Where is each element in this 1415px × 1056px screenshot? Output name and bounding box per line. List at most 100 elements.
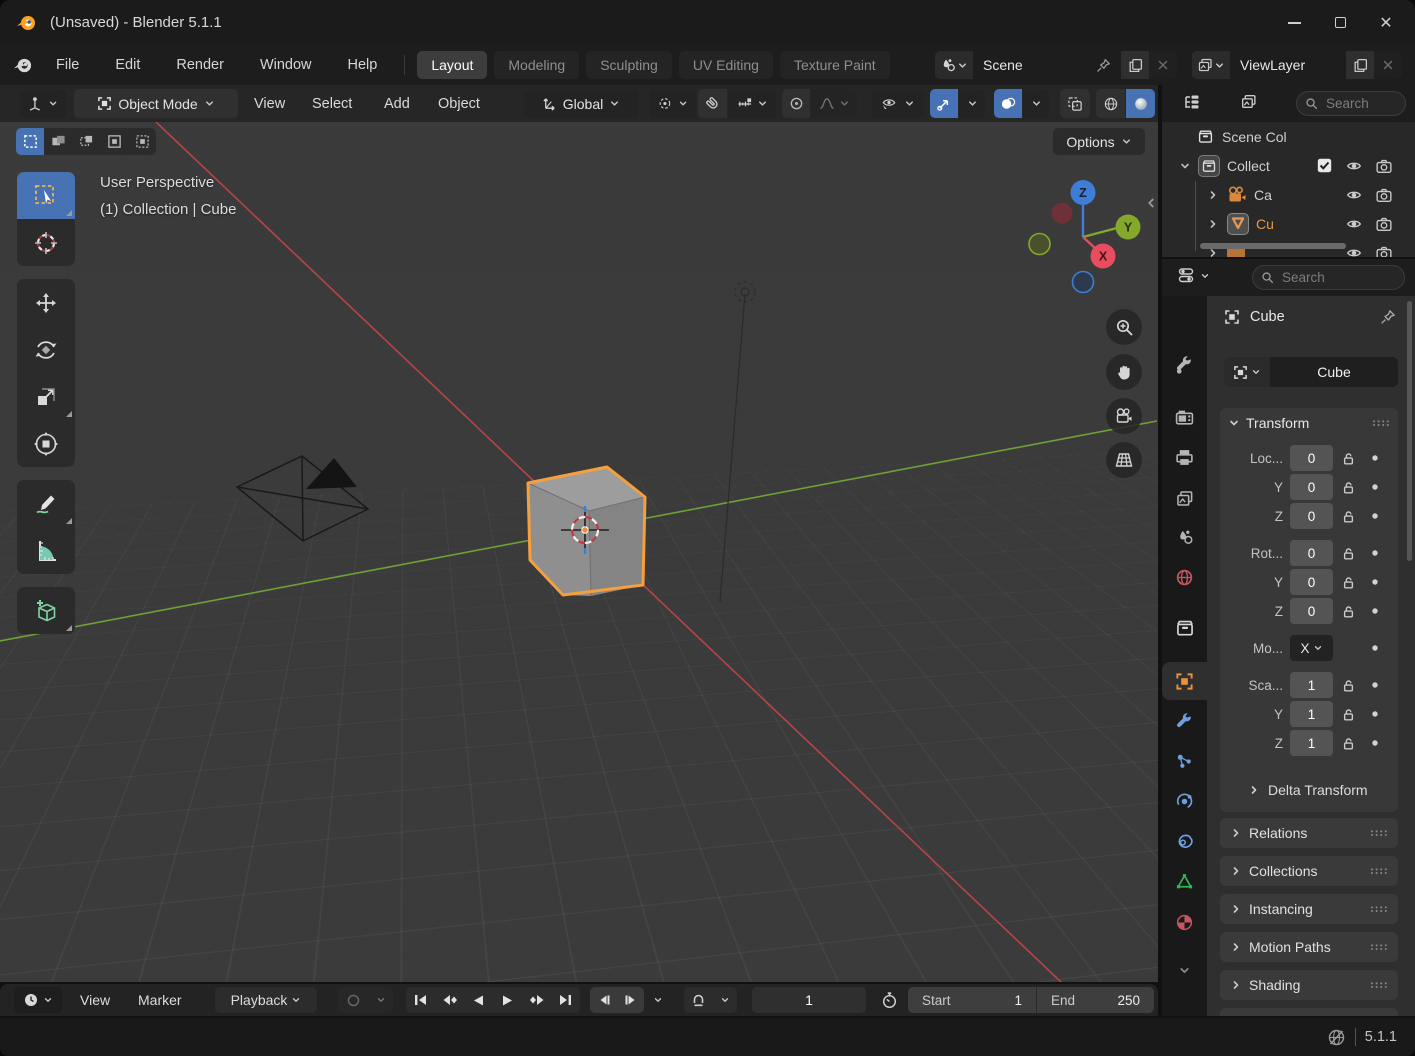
animate-dot-icon[interactable] — [1368, 678, 1382, 692]
select-mode-new[interactable] — [16, 128, 44, 155]
viewport-canvas[interactable]: Options User Perspective (1) Collection … — [0, 122, 1158, 982]
scene-browse-button[interactable] — [935, 51, 973, 79]
lock-icon[interactable] — [1341, 509, 1356, 524]
transform-orientation-dropdown[interactable]: Global — [524, 89, 638, 118]
outliner-row-camera[interactable]: Ca — [1162, 180, 1415, 209]
tab-tool[interactable] — [1162, 346, 1207, 384]
region-collapse-chevron-icon[interactable] — [1144, 196, 1158, 210]
tool-move[interactable] — [17, 279, 75, 326]
scale-z-field[interactable]: 1 — [1290, 730, 1333, 756]
new-scene-button[interactable] — [1121, 51, 1149, 79]
hide-eye-toggle[interactable] — [1346, 158, 1362, 174]
select-mode-extend[interactable] — [44, 128, 72, 155]
pan-view-button[interactable] — [1106, 354, 1142, 390]
rotation-z-field[interactable]: 0 — [1290, 598, 1333, 624]
play-button[interactable] — [493, 987, 522, 1013]
select-mode-intersect[interactable] — [128, 128, 156, 155]
workspace-tab-modeling[interactable]: Modeling — [494, 51, 579, 79]
snap-target-dropdown[interactable] — [728, 89, 776, 118]
scale-y-field[interactable]: 1 — [1290, 701, 1333, 727]
render-visibility-toggle[interactable] — [1376, 187, 1392, 203]
location-z-field[interactable]: 0 — [1290, 503, 1333, 529]
timeline-menu-marker[interactable]: Marker — [130, 987, 190, 1013]
pin-icon[interactable] — [1096, 58, 1111, 73]
animate-dot-icon[interactable] — [1368, 546, 1382, 560]
tool-scale[interactable] — [17, 373, 75, 420]
disclosure-chevron-icon[interactable] — [1179, 160, 1191, 172]
viewlayer-name-field[interactable]: ViewLayer — [1230, 51, 1346, 79]
snap-toggle[interactable] — [698, 89, 727, 118]
minimize-button[interactable] — [1271, 7, 1317, 39]
rotation-y-field[interactable]: 0 — [1290, 569, 1333, 595]
scale-x-field[interactable]: 1 — [1290, 672, 1333, 698]
workspace-tab-texture-paint[interactable]: Texture Paint — [780, 51, 890, 79]
new-viewlayer-button[interactable] — [1346, 51, 1374, 79]
outliner-search-input[interactable] — [1324, 95, 1397, 112]
collection-checkbox[interactable] — [1317, 158, 1332, 173]
pin-icon[interactable] — [1380, 309, 1396, 325]
panel-relations[interactable]: Relations — [1220, 818, 1398, 848]
viewport-menu-add[interactable]: Add — [378, 89, 416, 118]
animate-dot-icon[interactable] — [1368, 641, 1382, 655]
panel-motion-paths[interactable]: Motion Paths — [1220, 932, 1398, 962]
play-reverse-button[interactable] — [464, 987, 493, 1013]
lock-icon[interactable] — [1341, 736, 1356, 751]
frame-step-dropdown[interactable] — [646, 987, 670, 1013]
jump-to-start-button[interactable] — [406, 987, 435, 1013]
viewport-menu-select[interactable]: Select — [306, 89, 358, 118]
menu-edit[interactable]: Edit — [104, 53, 151, 77]
playback-dropdown[interactable]: Playback — [215, 987, 317, 1013]
properties-editor-type-button[interactable] — [1178, 266, 1210, 285]
viewport-menu-object[interactable]: Object — [432, 89, 486, 118]
tool-add-cube[interactable] — [17, 587, 75, 634]
tab-modifiers[interactable] — [1162, 703, 1207, 741]
tab-world[interactable] — [1162, 558, 1207, 596]
lock-icon[interactable] — [1341, 451, 1356, 466]
tab-particles[interactable] — [1162, 742, 1207, 780]
workspace-tab-sculpting[interactable]: Sculpting — [586, 51, 672, 79]
keying-arch-button[interactable] — [684, 987, 713, 1013]
horizontal-scrollbar[interactable] — [1200, 243, 1346, 249]
tool-rotate[interactable] — [17, 326, 75, 373]
panel-collections[interactable]: Collections — [1220, 856, 1398, 886]
current-frame-field[interactable]: 1 — [752, 987, 866, 1013]
select-mode-subtract[interactable] — [72, 128, 100, 155]
animate-dot-icon[interactable] — [1368, 509, 1382, 523]
outliner-row-cube[interactable]: Cu — [1162, 209, 1415, 238]
perspective-toggle-button[interactable] — [1106, 442, 1142, 478]
camera-view-button[interactable] — [1106, 398, 1142, 434]
location-x-field[interactable]: 0 — [1290, 445, 1333, 471]
shading-wireframe-button[interactable] — [1096, 89, 1125, 118]
hide-eye-toggle[interactable] — [1346, 216, 1362, 232]
panel-grip-icon[interactable] — [1372, 419, 1390, 427]
panel-instancing[interactable]: Instancing — [1220, 894, 1398, 924]
viewport-menu-view[interactable]: View — [248, 89, 291, 118]
disclosure-chevron-icon[interactable] — [1207, 218, 1219, 230]
panel-visibility[interactable]: Visibility — [1220, 1008, 1398, 1016]
tab-output[interactable] — [1162, 438, 1207, 476]
tool-measure[interactable] — [17, 527, 75, 574]
disclosure-chevron-icon[interactable] — [1207, 189, 1219, 201]
close-button[interactable]: ✕ — [1363, 7, 1409, 39]
object-id-button[interactable] — [1224, 357, 1270, 387]
proportional-falloff-dropdown[interactable] — [811, 89, 857, 118]
animate-dot-icon[interactable] — [1368, 707, 1382, 721]
visibility-dropdown[interactable] — [872, 89, 924, 118]
workspace-tab-layout[interactable]: Layout — [417, 51, 487, 79]
object-name-field[interactable]: Cube — [1270, 357, 1398, 387]
viewlayer-browse-button[interactable] — [1192, 51, 1230, 79]
prev-keyframe-button[interactable] — [435, 987, 464, 1013]
timeline-editor-type-button[interactable] — [14, 987, 62, 1013]
panel-shading[interactable]: Shading — [1220, 970, 1398, 1000]
pivot-point-dropdown[interactable] — [650, 89, 696, 118]
next-frame-button[interactable] — [617, 987, 644, 1013]
next-keyframe-button[interactable] — [522, 987, 551, 1013]
outliner-search[interactable] — [1296, 91, 1406, 116]
shading-solid-button[interactable] — [1126, 89, 1155, 118]
tab-collection[interactable] — [1162, 609, 1207, 647]
hide-eye-toggle[interactable] — [1346, 187, 1362, 203]
timeline-menu-view[interactable]: View — [72, 987, 118, 1013]
outliner-filter-button[interactable] — [1240, 93, 1257, 110]
outliner-row-scene-collection[interactable]: Scene Col — [1162, 122, 1415, 151]
render-visibility-toggle[interactable] — [1376, 216, 1392, 232]
